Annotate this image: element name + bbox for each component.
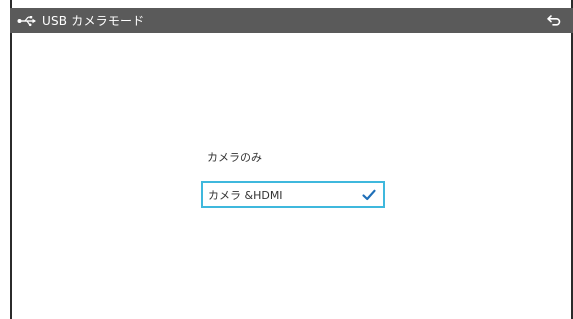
option-label: カメラのみ [207, 151, 262, 164]
check-icon [361, 187, 377, 203]
back-arrow-icon[interactable] [545, 12, 563, 28]
page-title: USB カメラモード [42, 14, 145, 28]
usb-camera-mode-screen: USB カメラモード カメラのみ カメラ &HDMI [0, 0, 573, 319]
title-bar: USB カメラモード [10, 8, 573, 33]
option-label: カメラ &HDMI [208, 188, 283, 202]
usb-icon [16, 13, 38, 29]
option-camera-hdmi[interactable]: カメラ &HDMI [201, 181, 385, 208]
frame-left-edge [10, 0, 12, 319]
option-camera-only[interactable]: カメラのみ [207, 149, 262, 165]
